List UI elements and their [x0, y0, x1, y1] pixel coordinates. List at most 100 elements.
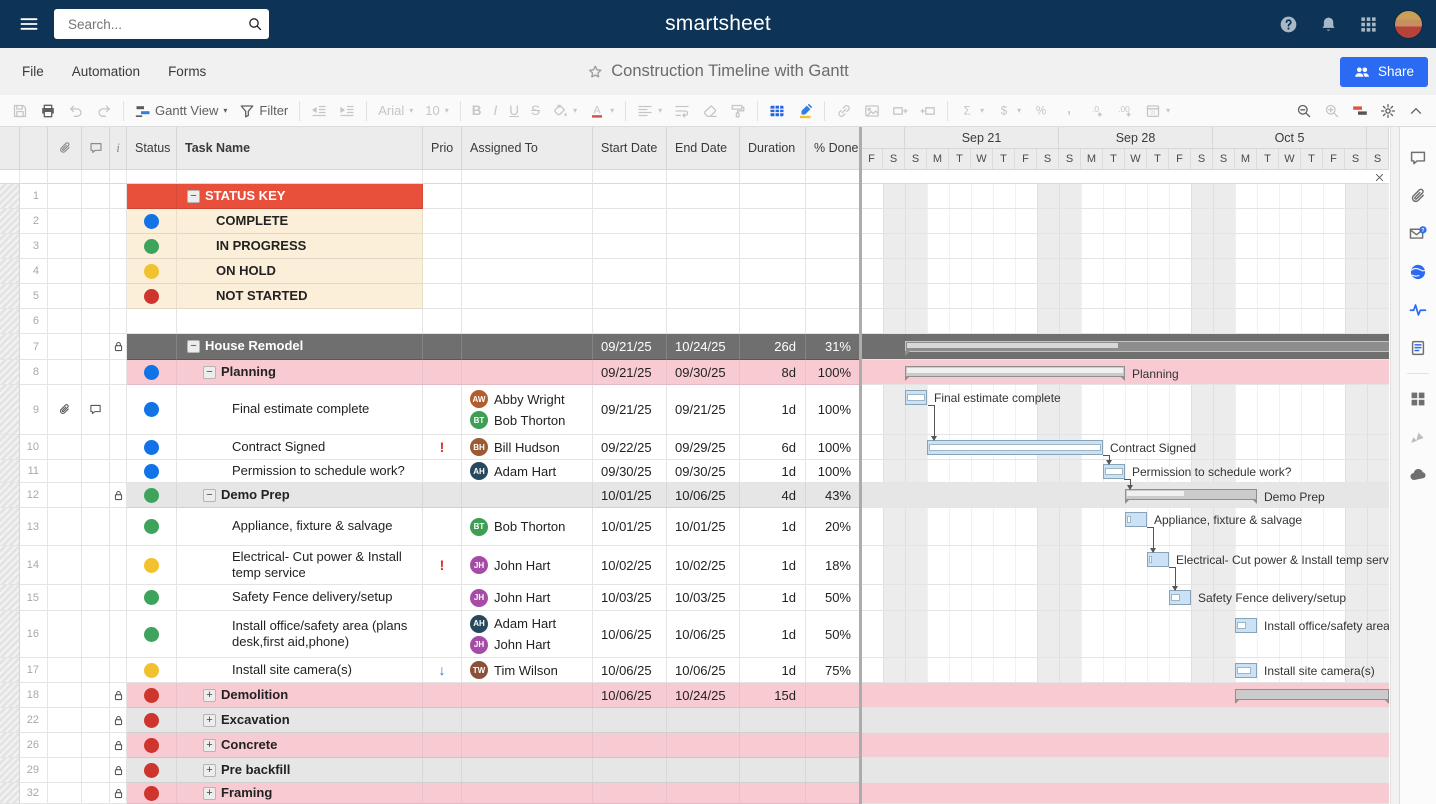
gantt-task-bar[interactable]	[1147, 552, 1169, 567]
status-cell[interactable]	[127, 783, 177, 804]
app-launcher-button[interactable]	[1352, 8, 1384, 40]
decimal-increase-button[interactable]: .00	[1112, 99, 1138, 123]
user-avatar[interactable]	[1392, 8, 1424, 40]
wrap-text-button[interactable]	[669, 99, 695, 123]
attachment-cell[interactable]	[48, 460, 82, 483]
end-date-cell[interactable]: 10/02/25	[667, 546, 740, 585]
assigned-to-cell[interactable]: JH John Hart	[462, 546, 593, 585]
save-button[interactable]	[7, 99, 33, 123]
menu-item-automation[interactable]: Automation	[58, 64, 154, 79]
task-name-cell[interactable]: IN PROGRESS	[177, 234, 423, 259]
settings-button[interactable]	[1375, 99, 1401, 123]
duration-cell[interactable]	[740, 184, 806, 209]
update-requests-panel-button[interactable]: ?	[1403, 215, 1433, 253]
row-number[interactable]: 14	[20, 546, 48, 585]
card-expand-button[interactable]	[887, 99, 913, 123]
duration-cell[interactable]: 1d	[740, 585, 806, 611]
assigned-to-cell[interactable]	[462, 209, 593, 234]
assigned-to-cell[interactable]: BH Bill Hudson	[462, 435, 593, 460]
duration-cell[interactable]: 1d	[740, 611, 806, 658]
currency-button[interactable]: $ ▾	[991, 99, 1026, 123]
duration-cell[interactable]: 4d	[740, 483, 806, 508]
row-number[interactable]: 22	[20, 708, 48, 733]
expand-button[interactable]: +	[203, 713, 216, 727]
end-date-cell[interactable]	[667, 184, 740, 209]
table-row[interactable]: 14 Electrical- Cut power & Install temp s…	[0, 546, 1390, 585]
attachment-cell[interactable]	[48, 546, 82, 585]
comment-cell[interactable]	[82, 385, 110, 435]
comment-cell[interactable]	[82, 284, 110, 309]
table-row[interactable]: 22 + Excavation	[0, 708, 1390, 733]
assigned-to-cell[interactable]	[462, 184, 593, 209]
attachment-cell[interactable]	[48, 733, 82, 758]
gantt-row[interactable]	[861, 184, 1389, 209]
gantt-row[interactable]	[861, 783, 1389, 804]
notifications-button[interactable]	[1312, 8, 1344, 40]
gantt-row[interactable]: Permission to schedule work?	[861, 460, 1389, 483]
end-date-cell[interactable]	[667, 259, 740, 284]
start-date-cell[interactable]	[593, 284, 667, 309]
gantt-row[interactable]: Install office/safety area	[861, 611, 1389, 658]
table-row[interactable]: 32 + Framing	[0, 783, 1390, 804]
start-date-cell[interactable]: 09/21/25	[593, 334, 667, 360]
collapse-toolbar-button[interactable]	[1403, 99, 1429, 123]
status-cell[interactable]	[127, 284, 177, 309]
end-date-cell[interactable]: 09/30/25	[667, 460, 740, 483]
percent-done-cell[interactable]	[806, 309, 861, 334]
column-header--done[interactable]: % Done	[806, 127, 861, 170]
indent-button[interactable]	[334, 99, 360, 123]
task-name-cell[interactable]: Final estimate complete	[177, 385, 423, 435]
task-name-cell[interactable]: + Concrete	[177, 733, 423, 758]
comment-cell[interactable]	[82, 783, 110, 804]
priority-cell[interactable]	[423, 783, 462, 804]
end-date-cell[interactable]	[667, 783, 740, 804]
percent-done-cell[interactable]: 31%	[806, 334, 861, 360]
end-date-cell[interactable]: 10/24/25	[667, 334, 740, 360]
gantt-row[interactable]	[861, 708, 1389, 733]
undo-button[interactable]	[63, 99, 89, 123]
table-row[interactable]: 3 IN PROGRESS	[0, 234, 1390, 259]
status-cell[interactable]	[127, 209, 177, 234]
table-row[interactable]: 26 + Concrete	[0, 733, 1390, 758]
end-date-cell[interactable]	[667, 758, 740, 783]
start-date-cell[interactable]	[593, 309, 667, 334]
start-date-cell[interactable]	[593, 733, 667, 758]
column-header-prio[interactable]: Prio	[423, 127, 462, 170]
comment-cell[interactable]	[82, 259, 110, 284]
search-box[interactable]	[54, 9, 269, 39]
duration-cell[interactable]: 26d	[740, 334, 806, 360]
duration-cell[interactable]	[740, 783, 806, 804]
gantt-row[interactable]: Electrical- Cut power & Install temp ser…	[861, 546, 1389, 585]
duration-cell[interactable]: 8d	[740, 360, 806, 385]
task-name-cell[interactable]	[177, 309, 423, 334]
priority-cell[interactable]	[423, 259, 462, 284]
status-cell[interactable]	[127, 733, 177, 758]
gantt-row[interactable]: Appliance, fixture & salvage	[861, 508, 1389, 546]
start-date-cell[interactable]: 10/01/25	[593, 483, 667, 508]
gantt-task-bar[interactable]	[927, 440, 1103, 455]
task-name-cell[interactable]: + Demolition	[177, 683, 423, 708]
priority-cell[interactable]	[423, 611, 462, 658]
row-number[interactable]: 11	[20, 460, 48, 483]
attachment-cell[interactable]	[48, 435, 82, 460]
assigned-to-cell[interactable]: AW Abby Wright BT Bob Thorton	[462, 385, 593, 435]
print-button[interactable]	[35, 99, 61, 123]
task-name-cell[interactable]: Safety Fence delivery/setup	[177, 585, 423, 611]
duration-cell[interactable]	[740, 209, 806, 234]
comment-cell[interactable]	[82, 309, 110, 334]
start-date-cell[interactable]	[593, 758, 667, 783]
assigned-to-cell[interactable]	[462, 360, 593, 385]
gantt-task-bar[interactable]	[1235, 618, 1257, 633]
assigned-to-cell[interactable]: TW Tim Wilson	[462, 658, 593, 683]
task-name-cell[interactable]: NOT STARTED	[177, 284, 423, 309]
priority-cell[interactable]	[423, 334, 462, 360]
date-format-button[interactable]: 31 ▾	[1140, 99, 1175, 123]
filter-button[interactable]: Filter	[234, 99, 293, 123]
gantt-summary-bar[interactable]	[905, 366, 1125, 381]
end-date-cell[interactable]: 10/03/25	[667, 585, 740, 611]
row-number[interactable]: 17	[20, 658, 48, 683]
end-date-cell[interactable]: 09/30/25	[667, 360, 740, 385]
priority-cell[interactable]	[423, 733, 462, 758]
percent-done-cell[interactable]	[806, 708, 861, 733]
percent-done-cell[interactable]	[806, 783, 861, 804]
